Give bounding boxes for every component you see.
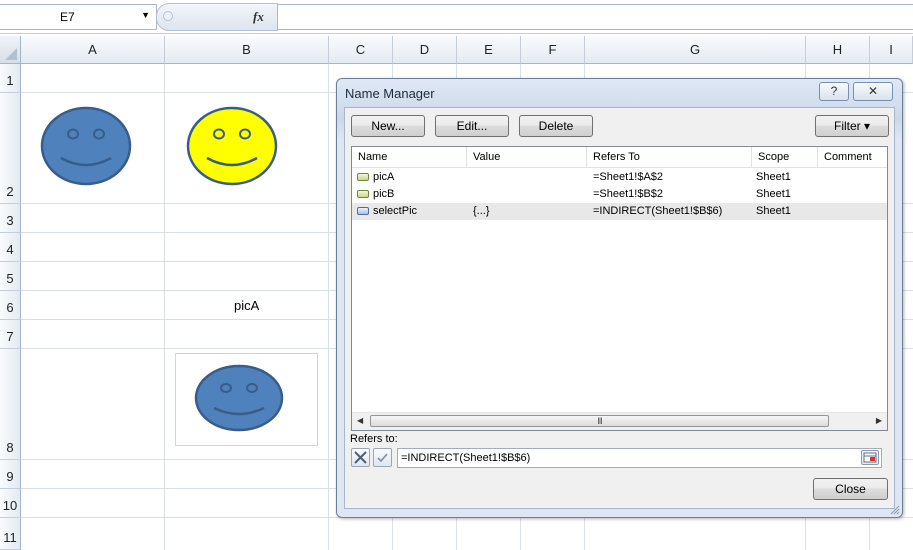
delete-button[interactable]: Delete [519, 115, 593, 137]
row-refers-to: =INDIRECT(Sheet1!$B$6) [593, 205, 723, 217]
scroll-left-icon[interactable]: ◀ [357, 416, 363, 425]
smiley-face-blue-b8 [194, 364, 284, 432]
names-list[interactable]: Name Value Refers To Scope Comment picA … [351, 146, 888, 431]
row-refers-to: =Sheet1!$B$2 [593, 188, 664, 200]
column-header-g[interactable]: G [585, 36, 806, 64]
row-header-7[interactable]: 7 [0, 320, 21, 349]
scroll-right-icon[interactable]: ▶ [876, 416, 882, 425]
dialog-close-x-button[interactable]: ✕ [853, 82, 893, 101]
scrollbar-thumb[interactable]: III [370, 415, 829, 427]
row-number: 3 [6, 213, 14, 228]
resize-grip-icon[interactable] [890, 505, 900, 515]
column-header-e[interactable]: E [457, 36, 521, 64]
column-header-b[interactable]: B [165, 36, 329, 64]
row-name: selectPic [373, 205, 418, 217]
refers-to-label: Refers to: [350, 433, 398, 445]
names-list-row[interactable]: picB =Sheet1!$B$2 Sheet1 [352, 186, 887, 203]
column-header-h[interactable]: H [806, 36, 870, 64]
name-box-value: E7 [60, 10, 75, 24]
row-number: 1 [6, 73, 14, 88]
row-scope: Sheet1 [756, 171, 791, 183]
name-box-dropdown-icon[interactable]: ▼ [141, 10, 150, 20]
row-number: 4 [6, 242, 14, 257]
row-header-3[interactable]: 3 [0, 204, 21, 233]
names-list-row[interactable]: picA =Sheet1!$A$2 Sheet1 [352, 169, 887, 186]
row-header-5[interactable]: 5 [0, 262, 21, 291]
row-name: picB [373, 188, 395, 200]
formula-bar-expander-icon[interactable] [163, 11, 173, 21]
column-header-name[interactable]: Name [352, 147, 467, 167]
row-number: 7 [6, 329, 14, 344]
new-button[interactable]: New... [351, 115, 425, 137]
column-header-value[interactable]: Value [467, 147, 587, 167]
smiley-face-yellow-b2[interactable] [186, 106, 278, 186]
column-header-c[interactable]: C [329, 36, 393, 64]
dialog-title: Name Manager [345, 86, 435, 101]
row-number: 11 [3, 530, 17, 545]
row-number: 10 [2, 498, 18, 513]
row-refers-to: =Sheet1!$A$2 [593, 171, 664, 183]
check-icon [377, 453, 388, 463]
column-header-scope[interactable]: Scope [752, 147, 818, 167]
row-header-6[interactable]: 6 [0, 291, 21, 320]
help-button[interactable]: ? [819, 82, 849, 101]
names-list-row-selected[interactable]: selectPic {...} =INDIRECT(Sheet1!$B$6) S… [352, 203, 887, 220]
name-icon [357, 190, 369, 198]
refers-to-input[interactable]: =INDIRECT(Sheet1!$B$6) [397, 448, 882, 468]
linked-picture-b8[interactable] [175, 353, 318, 446]
collapse-dialog-button[interactable] [861, 450, 879, 465]
grid-line [164, 64, 165, 550]
column-header-f[interactable]: F [521, 36, 585, 64]
name-manager-dialog: Name Manager ? ✕ New... Edit... Delete F… [336, 78, 903, 518]
edit-button[interactable]: Edit... [435, 115, 509, 137]
cancel-x-icon [354, 451, 367, 464]
range-selector-icon [863, 452, 877, 463]
row-header-11[interactable]: 11 [0, 518, 21, 550]
horizontal-scrollbar[interactable]: ◀ III ▶ [352, 412, 887, 430]
row-header-2[interactable]: 2 [0, 93, 21, 204]
row-name: picA [373, 171, 395, 183]
cancel-edit-button[interactable] [351, 448, 370, 467]
column-header-d[interactable]: D [393, 36, 457, 64]
cell-b6[interactable]: picA [234, 298, 259, 313]
select-all-button[interactable] [0, 36, 21, 64]
row-header-4[interactable]: 4 [0, 233, 21, 262]
name-box[interactable]: E7 ▼ [0, 4, 157, 30]
confirm-edit-button[interactable] [373, 448, 392, 467]
row-number: 2 [6, 184, 14, 199]
names-list-header: Name Value Refers To Scope Comment [352, 147, 887, 168]
formula-bar: E7 ▼ fx [0, 0, 913, 34]
row-scope: Sheet1 [756, 205, 791, 217]
row-value: {...} [473, 205, 490, 217]
formula-bar-controls: fx [156, 3, 278, 31]
row-header-9[interactable]: 9 [0, 460, 21, 489]
close-button[interactable]: Close [813, 478, 888, 500]
row-header-10[interactable]: 10 [0, 489, 21, 518]
insert-function-button[interactable]: fx [253, 9, 264, 25]
row-number: 8 [6, 440, 14, 455]
row-header-8[interactable]: 8 [0, 349, 21, 460]
column-header-refers-to[interactable]: Refers To [587, 147, 752, 167]
column-header-a[interactable]: A [21, 36, 165, 64]
row-number: 6 [6, 300, 14, 315]
name-icon [357, 207, 369, 215]
column-header-i[interactable]: I [870, 36, 913, 64]
column-header-comment[interactable]: Comment [818, 147, 887, 167]
row-number: 9 [6, 469, 14, 484]
filter-button[interactable]: Filter ▾ [815, 115, 889, 137]
grid-line [328, 64, 329, 550]
name-icon [357, 173, 369, 181]
row-number: 5 [6, 271, 14, 286]
smiley-face-blue-a2[interactable] [40, 106, 132, 186]
row-scope: Sheet1 [756, 188, 791, 200]
row-header-1[interactable]: 1 [0, 64, 21, 93]
formula-input[interactable] [277, 4, 913, 30]
dialog-body: New... Edit... Delete Filter ▾ Name Valu… [344, 107, 895, 509]
